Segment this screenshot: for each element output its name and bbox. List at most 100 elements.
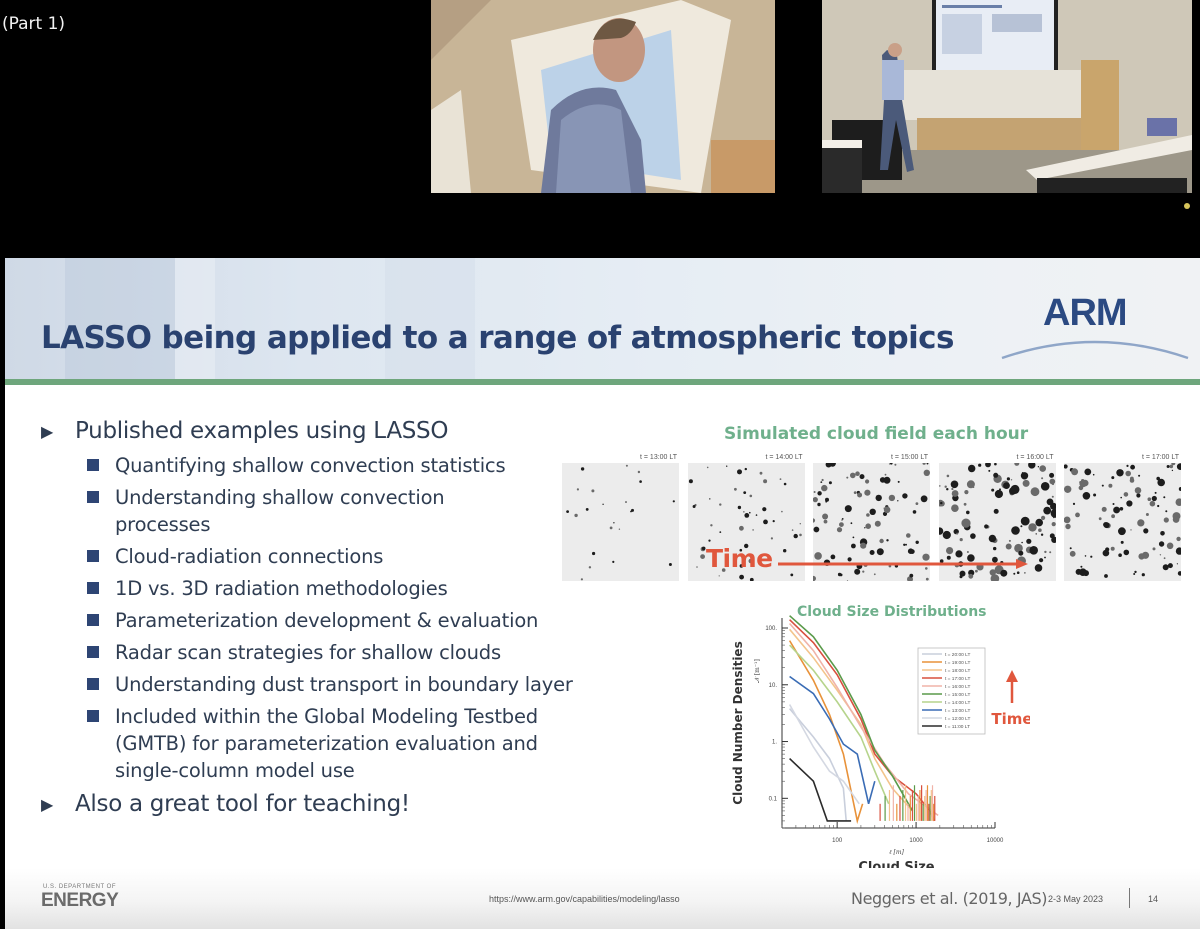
cloud-blob [1034,518,1043,527]
cloud-blob [1084,555,1087,557]
cloud-blob [1105,547,1110,552]
legend-label: t = 18:00 LT [945,668,970,674]
cloud-blob [755,514,757,516]
cloud-blob [692,505,696,508]
bullet-level2: 1D vs. 3D radiation methodologies [41,575,581,602]
cloud-blob [1090,555,1093,558]
cloud-blob [725,465,727,467]
cloud-blob [1157,504,1160,508]
cloud-blob [1084,468,1092,476]
cloud-blob [1075,512,1080,518]
cloud-blob [1079,568,1087,576]
cloud-blob [580,467,585,471]
cloud-blob [580,578,583,581]
classroom-wide-video[interactable] [822,0,1192,193]
cloud-blob [779,478,781,480]
cloud-blob [828,481,832,485]
y-tick-label: 1. [772,740,777,746]
cloud-blob [639,480,642,483]
cloud-blob [1104,574,1108,578]
cloud-blob [866,513,870,517]
cloud-blob [993,463,997,466]
x-tick-label: 100 [832,838,843,844]
cloud-blob [1125,470,1131,477]
cloud-blob [718,503,721,506]
cloud-blob [762,519,768,525]
bullet-text: Radar scan strategies for shallow clouds [115,641,501,664]
bullet-text: Understanding shallow convection process… [115,486,445,536]
cloud-blob [1130,476,1134,481]
cloud-blob [954,550,963,558]
cloud-blob [890,463,893,465]
cloud-blob [1050,509,1056,518]
cloud-blob [959,570,965,577]
square-bullet-icon [87,550,99,562]
cloud-blob [902,493,908,499]
cloud-blob [1040,515,1045,520]
cloud-blob [966,480,975,489]
cloud-blob [839,522,844,527]
cloud-blob [637,470,641,474]
cloud-blob [625,501,627,503]
bullet-level2: Cloud-radiation connections [41,543,581,570]
cloud-blob [821,478,824,482]
cloud-blob [574,513,578,518]
cloud-blob [1176,563,1178,565]
x-axis-unit-label: ℓ [m] [889,849,904,856]
cloud-blob [1098,517,1102,521]
cloud-blob [1111,476,1115,480]
cloud-blob [742,491,746,494]
cloud-blob [762,479,767,484]
cloud-blob [591,489,595,493]
cloud-blob [984,463,991,468]
series-line [789,758,852,822]
cloud-blob [749,494,752,498]
cloud-blob [738,574,744,580]
cloud-blob [857,492,863,498]
bullet-level2: Understanding dust transport in boundary… [41,671,615,698]
cloud-blob [566,510,569,513]
cloud-blob [922,463,926,465]
footer-separator [1129,888,1130,908]
cloud-blob [772,520,775,523]
cloud-blob [1028,546,1038,555]
time-arrow-label: Time [706,544,773,573]
cloud-size-chart: 1001000100000.11.10.100.ℓ [m]Cloud SizeC… [731,615,1030,875]
cloud-blob [1119,507,1124,511]
cloud-blob [1172,516,1180,523]
cloud-blob [862,570,865,573]
cloud-blob [926,463,929,465]
cloud-blob [1162,564,1169,571]
y-tick-label: 10. [769,683,778,689]
cloud-blob [1037,466,1039,468]
cloud-blob [1038,558,1043,563]
speaker-closeup-video[interactable] [431,0,775,193]
cloud-blob [925,577,929,581]
cloud-blob [859,474,865,480]
series-line [788,628,914,812]
cloud-blob [1166,465,1170,468]
cloud-blob [588,566,592,569]
y-tick-label: 0.1 [769,796,778,802]
cloud-blob [1103,522,1110,529]
cloud-blob [1112,503,1115,505]
cloud-blob [672,500,675,503]
square-bullet-icon [87,678,99,690]
cloud-blob [1163,496,1166,499]
cloud-blob [1108,483,1113,488]
cloud-blob [736,469,742,475]
cloud-blob [1043,556,1046,559]
cloud-blob [821,484,828,492]
header-decoration [385,258,475,379]
cloud-blob [865,479,870,484]
cloud-blob [1027,463,1035,469]
cloud-panel-time-label: t = 17:00 LT [1142,454,1180,461]
header-decoration [175,258,215,379]
bullet-level2: Parameterization development & evaluatio… [41,607,655,634]
cloud-blob [1176,536,1181,542]
cloud-blob [733,487,737,491]
legend-label: t = 17:00 LT [945,676,970,682]
cloud-blob [813,518,816,523]
presentation-slide: LASSO being applied to a range of atmosp… [5,258,1200,929]
cloud-blob [576,488,579,491]
